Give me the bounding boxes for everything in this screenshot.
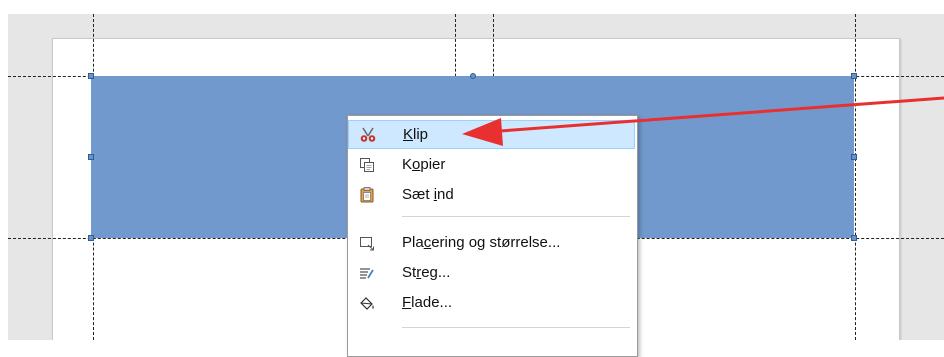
menu-item-copy[interactable]: Kopier (348, 150, 635, 179)
selection-handle-middle-left[interactable] (88, 154, 94, 160)
scissors-icon (359, 126, 377, 144)
selection-handle-bottom-right[interactable] (851, 235, 857, 241)
menu-item-label: Flade... (402, 294, 453, 311)
menu-item-area[interactable]: Flade... (348, 288, 635, 317)
area-fill-icon (358, 294, 376, 312)
menu-item-label: Streg... (402, 264, 451, 281)
menu-item-position-and-size[interactable]: Placering og størrelse... (348, 228, 635, 257)
line-icon (358, 264, 376, 282)
paste-icon (358, 186, 376, 204)
selection-handle-top-left[interactable] (88, 73, 94, 79)
context-menu: Klip Kopier Sæt ind Placering og størrel… (347, 115, 638, 357)
copy-icon (358, 156, 376, 174)
position-size-icon (358, 234, 376, 252)
menu-item-line[interactable]: Streg... (348, 258, 635, 287)
rotation-handle[interactable] (470, 73, 476, 79)
guide-line-vertical (855, 14, 856, 340)
menu-separator (402, 216, 630, 217)
menu-item-label: Placering og størrelse... (402, 234, 561, 251)
selection-handle-bottom-left[interactable] (88, 235, 94, 241)
selection-handle-middle-right[interactable] (851, 154, 857, 160)
menu-item-label: Klip (403, 126, 429, 143)
menu-item-paste[interactable]: Sæt ind (348, 180, 635, 209)
selection-handle-top-right[interactable] (851, 73, 857, 79)
menu-item-label: Sæt ind (402, 186, 454, 203)
menu-separator (402, 327, 630, 328)
menu-item-label: Kopier (402, 156, 446, 173)
menu-item-cut[interactable]: Klip (348, 120, 635, 149)
